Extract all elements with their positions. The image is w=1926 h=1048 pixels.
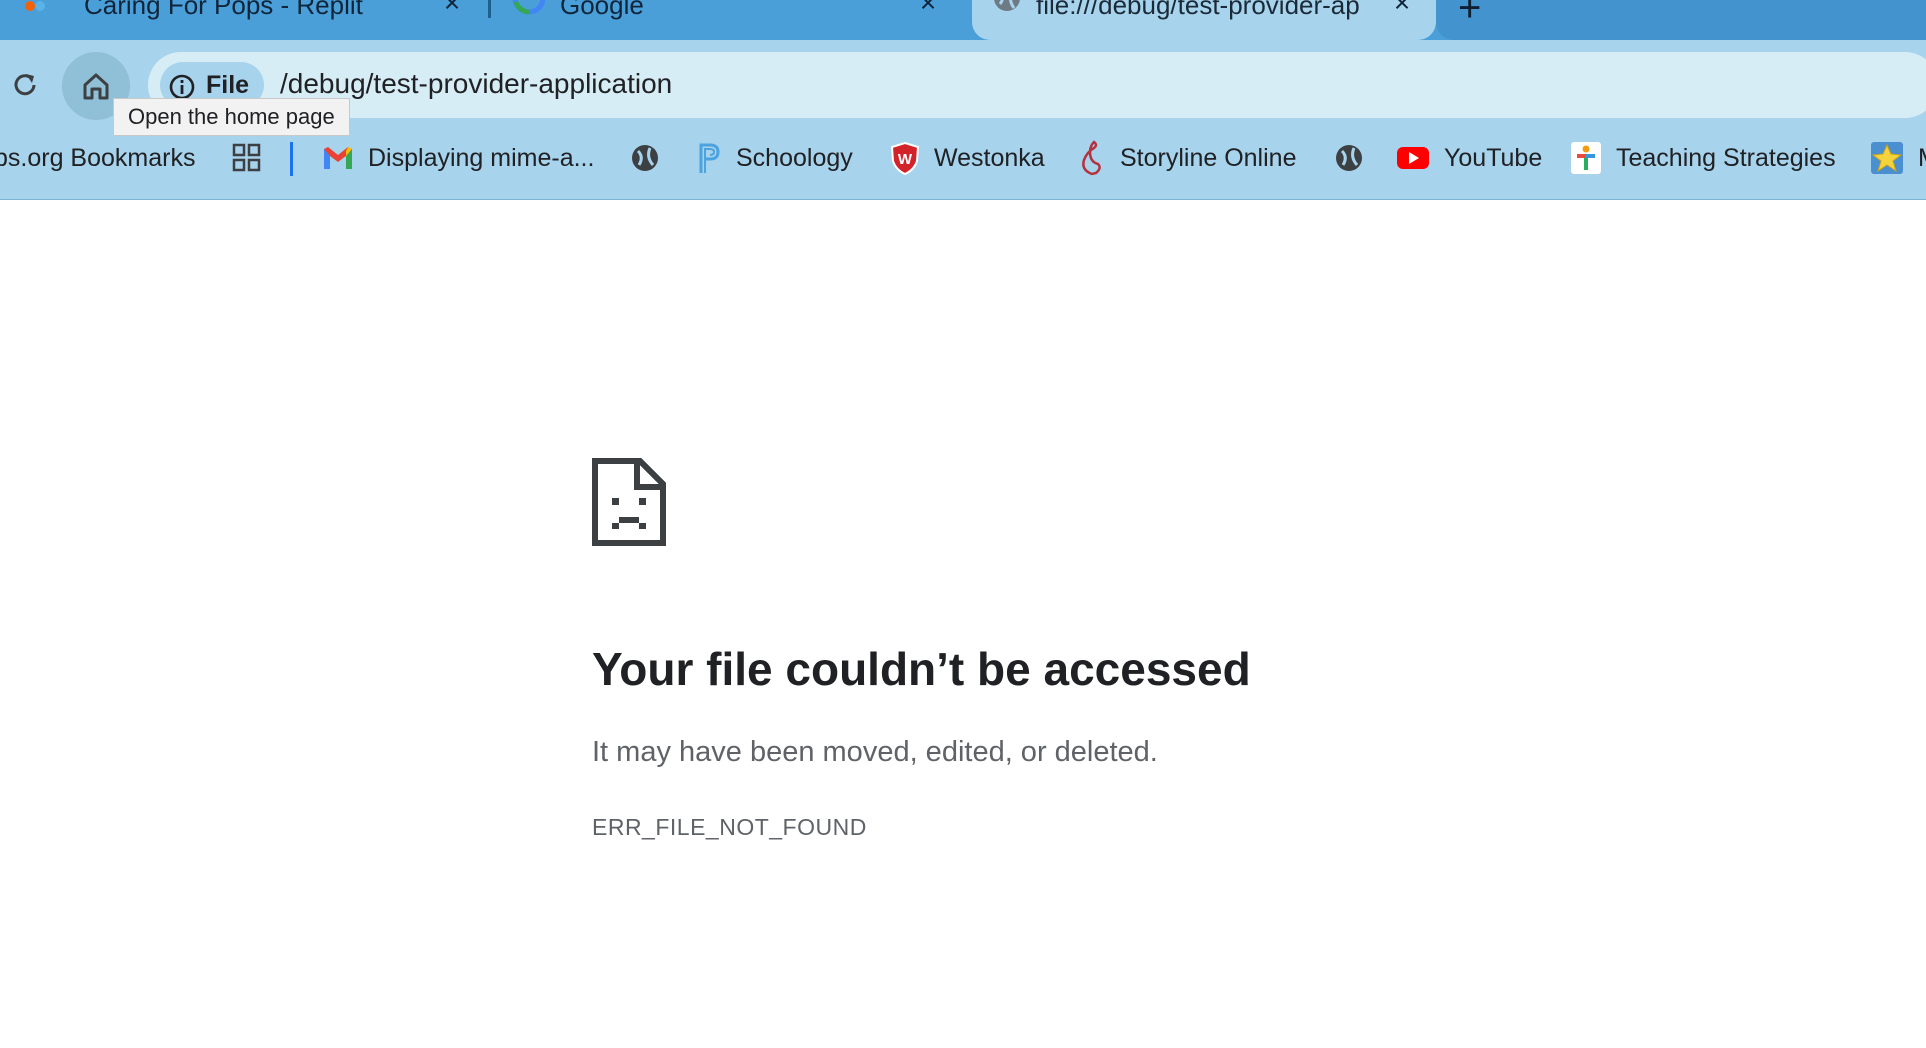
bookmark-storyline[interactable]: Storyline Online <box>1078 138 1296 178</box>
close-icon[interactable]: × <box>1388 0 1416 20</box>
apps-button[interactable] <box>232 138 262 178</box>
bookmark-label: Schoology <box>736 143 853 172</box>
globe-icon <box>632 145 658 171</box>
url-text[interactable]: /debug/test-provider-application <box>280 68 672 100</box>
new-tab-area <box>1436 0 1926 40</box>
bookmark-label: M <box>1918 144 1926 173</box>
tab-title: file:///debug/test-provider-ap <box>1036 0 1360 20</box>
bookmark-youtube[interactable]: YouTube <box>1396 138 1542 178</box>
close-icon[interactable]: × <box>438 0 466 20</box>
bookmark-westonka[interactable]: W Westonka <box>890 138 1045 178</box>
replit-icon <box>25 1 45 11</box>
bookmark-globe[interactable] <box>630 138 660 178</box>
home-icon <box>83 73 109 100</box>
bookmark-starred[interactable]: M <box>1870 138 1926 178</box>
bookmark-folder[interactable]: ps.org Bookmarks <box>0 138 195 178</box>
bookmark-label: Teaching Strategies <box>1616 143 1836 172</box>
info-icon <box>169 74 195 100</box>
svg-text:W: W <box>898 151 913 168</box>
star-icon <box>1871 142 1903 174</box>
bookmark-label: Westonka <box>934 143 1045 172</box>
bookmark-teaching-strategies[interactable]: Teaching Strategies <box>1570 138 1836 178</box>
globe-icon <box>1336 145 1362 171</box>
apps-grid-icon <box>232 143 261 172</box>
new-tab-plus-icon[interactable]: + <box>1458 0 1481 31</box>
schoology-icon <box>699 143 720 173</box>
reload-icon[interactable] <box>10 70 40 100</box>
tab-google[interactable]: Google × <box>492 0 972 40</box>
tab-active-file[interactable]: file:///debug/test-provider-ap × <box>972 0 1436 40</box>
bookmark-globe[interactable] <box>1334 138 1364 178</box>
error-description: It may have been moved, edited, or delet… <box>592 736 1158 768</box>
bookmark-label: YouTube <box>1444 143 1543 172</box>
close-icon[interactable]: × <box>914 0 942 20</box>
bookmark-label: Storyline Online <box>1120 143 1297 172</box>
home-tooltip: Open the home page <box>113 98 350 136</box>
error-code: ERR_FILE_NOT_FOUND <box>592 814 867 840</box>
bookmark-gmail[interactable]: Displaying mime-a... <box>322 138 594 178</box>
gmail-icon <box>324 147 352 169</box>
westonka-shield-icon: W <box>890 141 920 175</box>
bookmark-label: ps.org Bookmarks <box>0 143 196 172</box>
globe-icon <box>994 0 1020 11</box>
sad-file-icon <box>592 458 666 546</box>
teaching-strategies-icon <box>1571 142 1601 174</box>
tab-title: Caring For Pops - Replit <box>84 0 363 20</box>
tab-divider <box>488 0 491 18</box>
storyline-icon <box>1082 140 1101 176</box>
tab-replit[interactable]: Caring For Pops - Replit × <box>0 0 486 40</box>
bookmark-label: Displaying mime-a... <box>368 143 595 172</box>
bookmarks-divider <box>290 142 293 176</box>
bookmark-schoology[interactable]: Schoology <box>696 138 853 178</box>
error-title: Your file couldn’t be accessed <box>592 643 1251 695</box>
tab-title: Google <box>560 0 644 20</box>
chip-label: File <box>206 71 250 99</box>
youtube-icon <box>1397 147 1429 169</box>
google-icon <box>512 0 546 15</box>
